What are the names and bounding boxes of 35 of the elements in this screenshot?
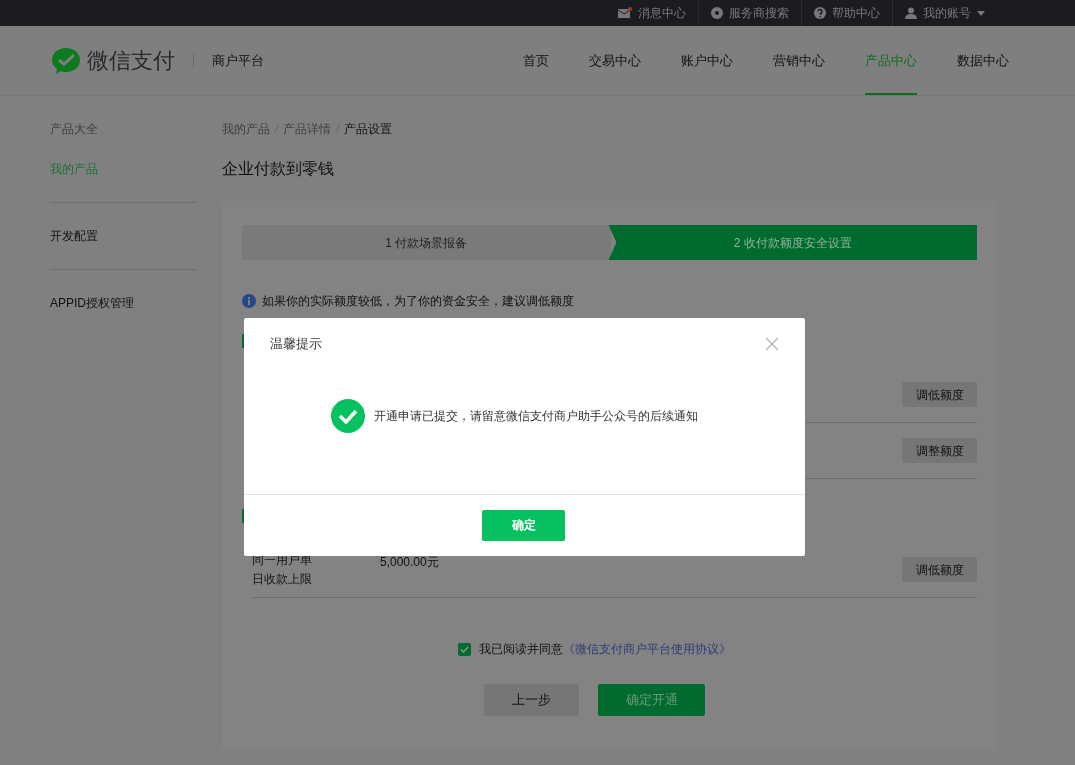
breadcrumb-item: 产品设置 [344,121,392,138]
info-icon [242,294,256,308]
ok-button[interactable]: 确定 [482,509,565,541]
confirm-activation-button[interactable]: 确定开通 [598,684,705,716]
nav-tab[interactable]: 首页 [523,26,549,95]
dialog-title: 温馨提示 [270,335,322,353]
nav-tab[interactable]: 交易中心 [589,26,641,95]
limit-value: 5,000.00元 [380,554,439,571]
breadcrumb-item[interactable]: 产品详情 [283,120,331,138]
nav-tab[interactable]: 账户中心 [681,26,733,95]
help-icon [814,7,826,19]
dialog-message: 开通申请已提交，请留意微信支付商户助手公众号的后续通知 [374,407,698,425]
sidebar-item[interactable]: 产品大全 [50,120,196,138]
adjust-limit-button[interactable]: 调低额度 [902,382,977,407]
logo-text: 微信支付 [87,47,175,75]
close-icon[interactable] [765,336,779,351]
agreement-text: 我已阅读并同意 [479,642,563,656]
nav-tab[interactable]: 营销中心 [773,26,825,95]
adjust-limit-button[interactable]: 调整额度 [902,438,977,463]
logo-icon [50,45,82,76]
success-icon [331,398,365,433]
user-icon [905,7,917,19]
breadcrumb-item[interactable]: 我的产品 [222,120,270,138]
notice-text: 如果你的实际额度较低，为了你的资金安全，建议调低额度 [262,293,574,310]
agreement-link[interactable]: 《微信支付商户平台使用协议》 [563,642,731,656]
sidebar-item[interactable]: 开发配置 [50,227,196,245]
agreement-checkbox[interactable] [458,642,471,656]
platform-name: 商户平台 [212,51,264,70]
compass-icon [711,7,723,19]
sidebar-item[interactable]: APPID授权管理 [50,294,196,312]
mail-icon [618,7,632,19]
adjust-limit-button[interactable]: 调低额度 [902,557,977,582]
top-bar-link[interactable]: 消息中心 [606,0,698,26]
nav-tab[interactable]: 数据中心 [957,26,1009,95]
page-title: 企业付款到零钱 [222,159,335,179]
